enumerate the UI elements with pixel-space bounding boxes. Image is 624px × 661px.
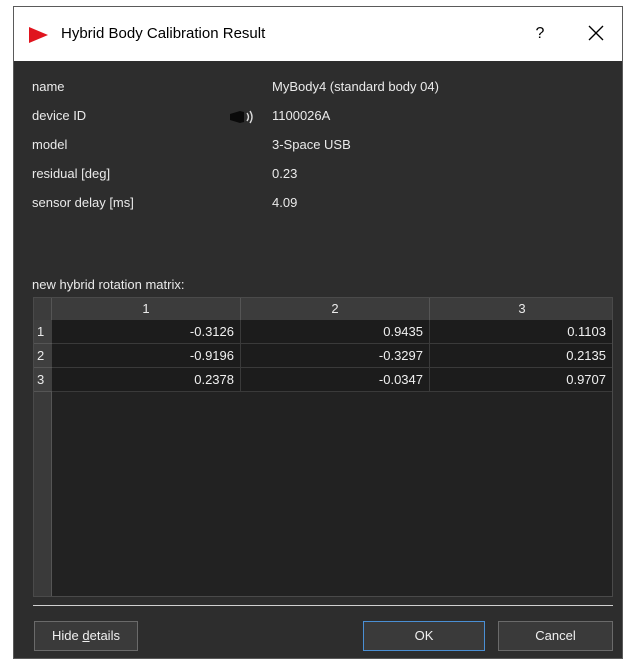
matrix-cell[interactable]: 0.2135 [430, 344, 612, 368]
matrix-cell[interactable]: -0.3297 [241, 344, 430, 368]
matrix-cell[interactable]: -0.9196 [52, 344, 241, 368]
property-value: 3-Space USB [272, 137, 351, 152]
title-bar: Hybrid Body Calibration Result ? [14, 7, 622, 61]
column-header-1[interactable]: 1 [52, 298, 241, 320]
table-corner-cell[interactable] [34, 298, 52, 320]
table-header: 1 2 3 [34, 298, 612, 321]
close-button[interactable] [581, 20, 611, 48]
properties-list: name MyBody4 (standard body 04) device I… [32, 77, 612, 222]
cancel-button[interactable]: Cancel [498, 621, 613, 651]
matrix-label: new hybrid rotation matrix: [32, 277, 185, 292]
calibration-result-dialog: Hybrid Body Calibration Result ? name My… [13, 6, 623, 659]
hide-details-label-pre: Hide [52, 628, 83, 643]
property-label: device ID [32, 108, 87, 123]
hide-details-mnemonic: d [82, 628, 90, 643]
matrix-cell[interactable]: 0.1103 [430, 320, 612, 344]
window-title: Hybrid Body Calibration Result [61, 25, 266, 42]
matrix-cell[interactable]: 0.9435 [241, 320, 430, 344]
row-header-3[interactable]: 3 [34, 368, 52, 392]
row-header-2[interactable]: 2 [34, 344, 52, 368]
property-row-residual: residual [deg] 0.23 [32, 164, 612, 193]
property-label: name [32, 79, 65, 94]
property-value: MyBody4 (standard body 04) [272, 79, 439, 94]
ok-button[interactable]: OK [363, 621, 485, 651]
hide-details-label-post: etails [89, 628, 120, 643]
property-label: model [32, 137, 68, 152]
close-icon [588, 25, 604, 41]
property-row-name: name MyBody4 (standard body 04) [32, 77, 612, 106]
property-label: residual [deg] [32, 166, 111, 181]
wireless-sensor-icon [230, 110, 253, 124]
matrix-cell[interactable]: -0.0347 [241, 368, 430, 392]
matrix-cell[interactable]: -0.3126 [52, 320, 241, 344]
column-header-2[interactable]: 2 [241, 298, 430, 320]
column-header-3[interactable]: 3 [430, 298, 612, 320]
property-value: 0.23 [272, 166, 298, 181]
row-header-1[interactable]: 1 [34, 320, 52, 344]
rotation-matrix-table[interactable]: 1 2 3 1 2 3 -0.3126 0.9435 0.1103 -0.919… [33, 297, 613, 597]
help-button[interactable]: ? [530, 22, 550, 46]
matrix-cell[interactable]: 0.2378 [52, 368, 241, 392]
matrix-cell[interactable]: 0.9707 [430, 368, 612, 392]
property-label: sensor delay [ms] [32, 195, 134, 210]
property-value: 4.09 [272, 195, 298, 210]
app-logo-icon [29, 27, 48, 43]
hide-details-button[interactable]: Hide details [34, 621, 138, 651]
property-row-model: model 3-Space USB [32, 135, 612, 164]
property-value: 1100026A [272, 108, 331, 123]
property-row-device-id: device ID 1100026A [32, 106, 612, 135]
property-row-sensor-delay: sensor delay [ms] 4.09 [32, 193, 612, 222]
button-divider [33, 605, 613, 606]
